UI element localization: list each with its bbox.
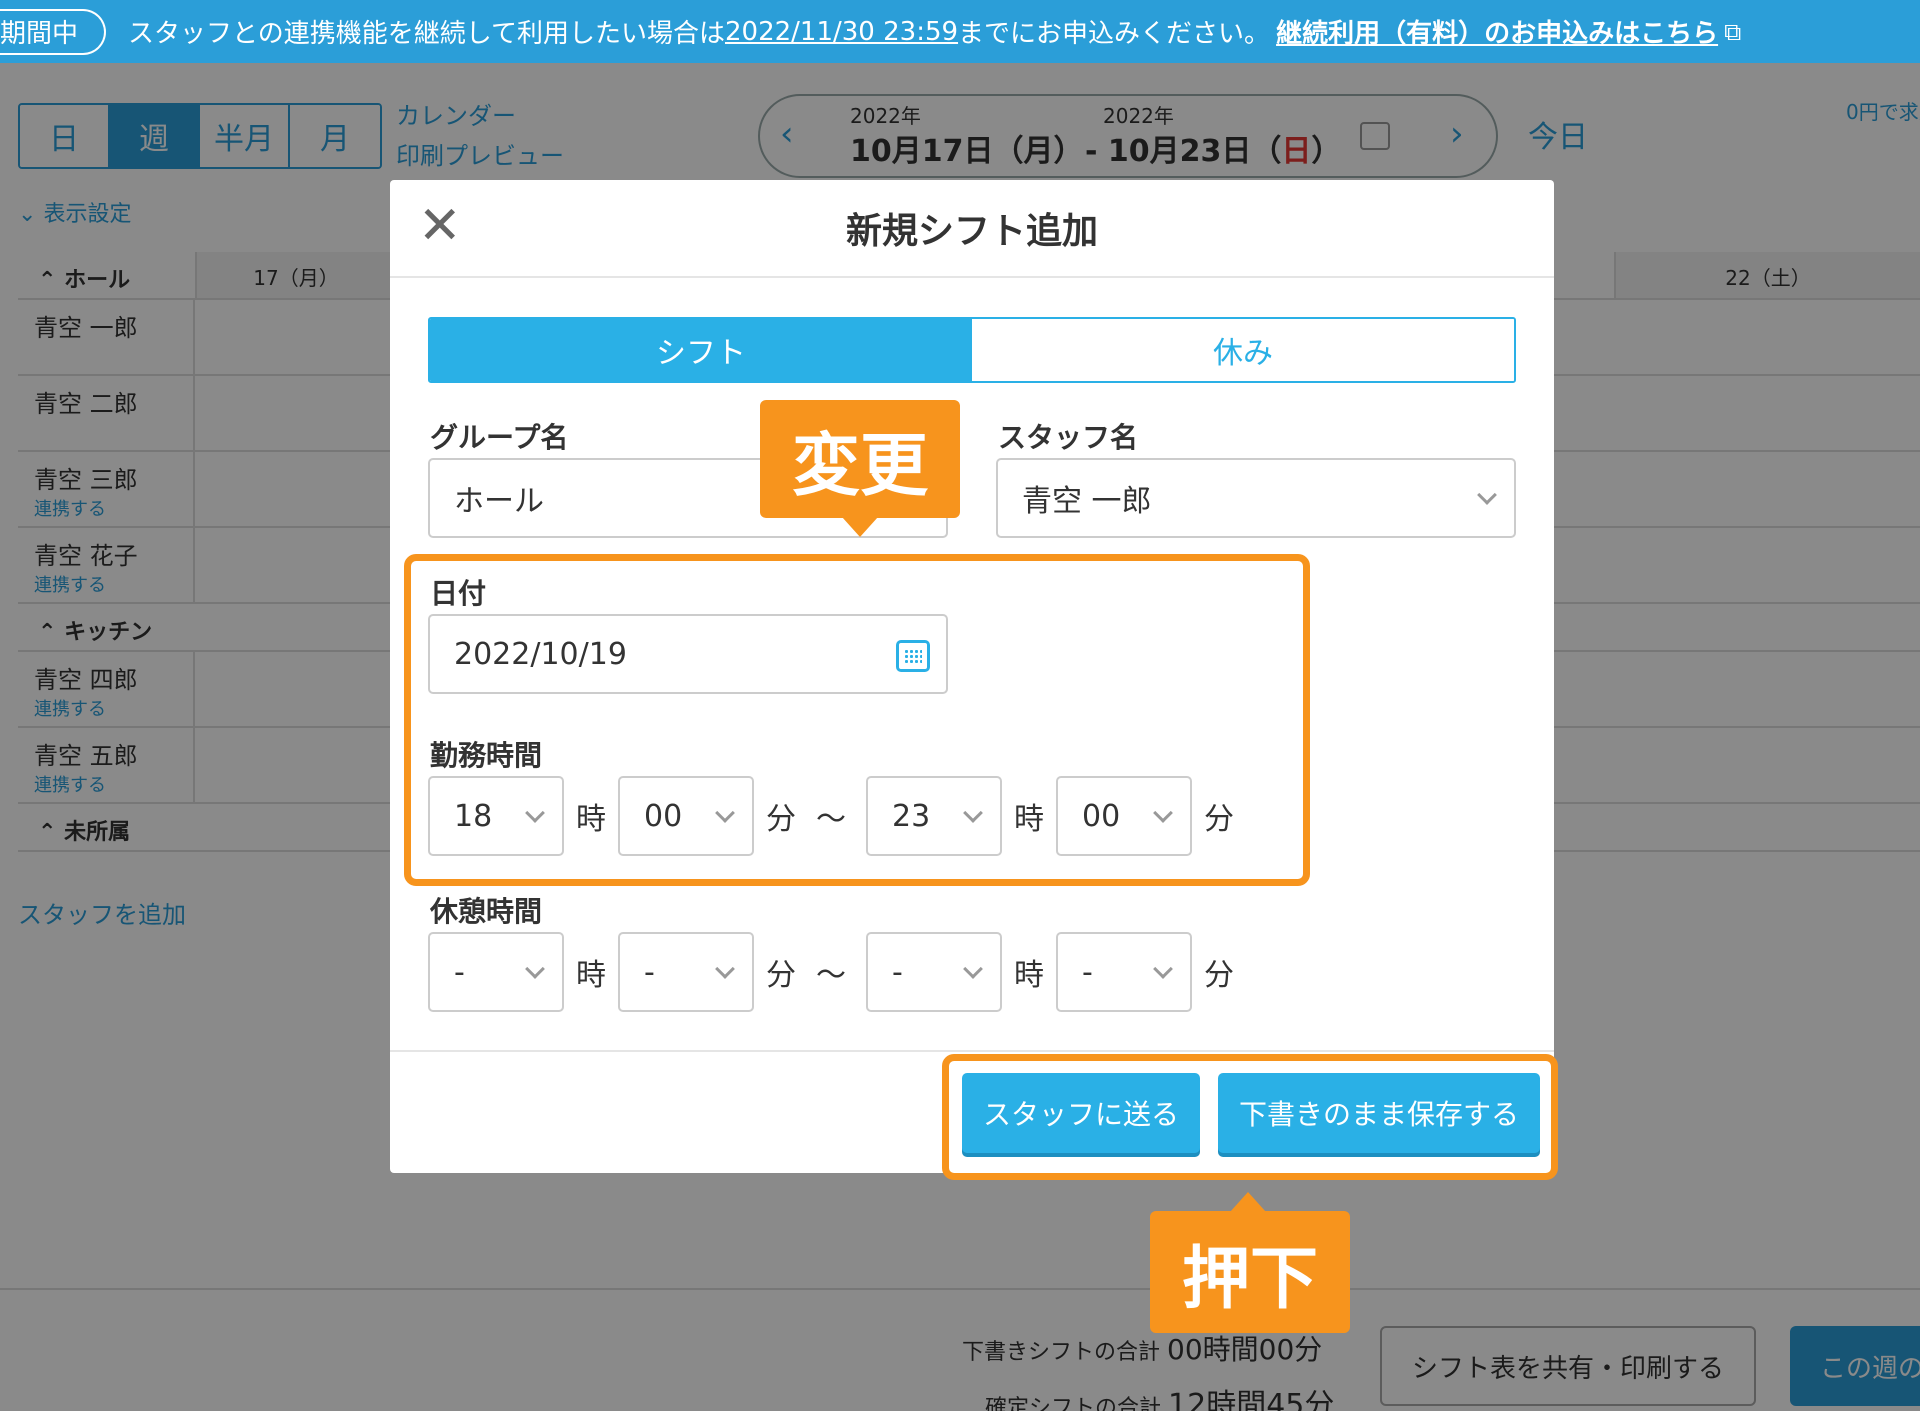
break-end-hour-select[interactable]: - [866, 932, 1002, 1012]
chevron-down-icon [525, 959, 545, 979]
trial-status-pill: 期間中 [0, 8, 107, 55]
dialog-title: 新規シフト追加 [845, 211, 1098, 252]
unit-minute: 分 [766, 958, 796, 993]
chevron-down-icon [715, 959, 735, 979]
break-end-minute-select[interactable]: - [1056, 932, 1192, 1012]
external-link-icon: ⧉ [1724, 17, 1742, 46]
tab-shift[interactable]: シフト [430, 319, 972, 381]
change-callout-pointer [842, 517, 878, 537]
press-callout: 押下 [1150, 1211, 1350, 1333]
banner-message-post: までにお申込みください。 [958, 19, 1271, 49]
change-highlight-box [404, 554, 1310, 886]
press-callout-pointer [1230, 1192, 1266, 1212]
chevron-down-icon [1477, 485, 1497, 505]
staff-select[interactable]: 青空 一郎 [996, 458, 1516, 538]
break-start-minute-select[interactable]: - [618, 932, 754, 1012]
chevron-down-icon [963, 959, 983, 979]
unit-minute: 分 [1204, 958, 1234, 993]
renewal-link[interactable]: 継続利用（有料）のお申込みはこちら [1276, 13, 1718, 50]
dialog-footer-divider [390, 1050, 1554, 1052]
shift-type-tabs: シフト 休み [428, 317, 1516, 383]
banner-message: スタッフとの連携機能を継続して利用したい場合は [128, 19, 725, 49]
press-highlight-box [942, 1054, 1558, 1180]
group-label: グループ名 [430, 421, 569, 454]
banner-deadline: 2022/11/30 23:59 [724, 16, 959, 47]
change-callout: 変更 [760, 400, 960, 518]
staff-label: スタッフ名 [998, 421, 1139, 454]
break-start-hour-select[interactable]: - [428, 932, 564, 1012]
unit-hour: 時 [576, 958, 606, 993]
break-time-label: 休憩時間 [430, 895, 543, 928]
tab-holiday[interactable]: 休み [972, 319, 1514, 381]
trial-banner: 期間中 スタッフとの連携機能を継続して利用したい場合は 2022/11/30 23… [0, 0, 1920, 63]
unit-hour: 時 [1014, 958, 1044, 993]
dialog-header: ✕ 新規シフト追加 [390, 180, 1554, 278]
range-tilde: 〜 [816, 958, 846, 993]
chevron-down-icon [1153, 959, 1173, 979]
